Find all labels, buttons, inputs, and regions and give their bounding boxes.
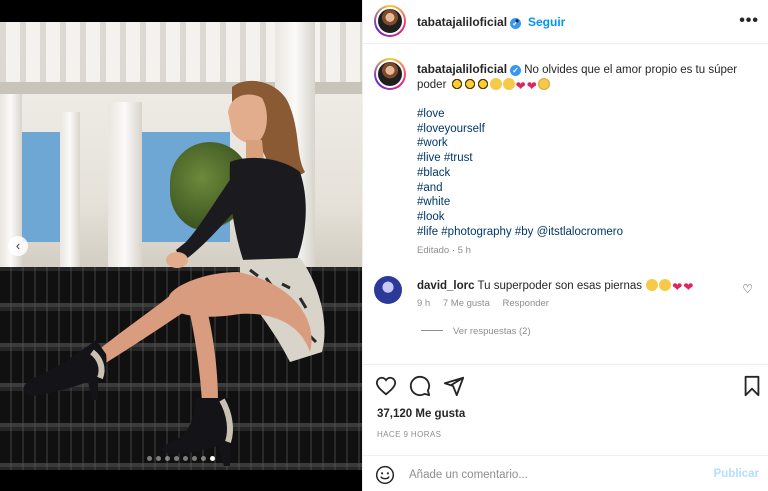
carousel-dot <box>156 456 161 461</box>
caption-emojis: ❤❤ <box>450 78 550 93</box>
bee-emoji-icon <box>476 78 489 90</box>
likes-count[interactable]: 37,120 Me gusta <box>377 408 465 420</box>
hashtag-link[interactable]: #life #photography #by <box>417 226 533 238</box>
heart-emoji-icon: ❤ <box>526 79 537 93</box>
replies-divider <box>421 330 443 331</box>
comment-input[interactable] <box>409 466 709 484</box>
caption-username-text[interactable]: tabatajaliloficial <box>417 62 507 76</box>
hashtag-link[interactable]: #and <box>417 181 747 196</box>
carousel-dot <box>192 456 197 461</box>
comment-body: david_lorc Tu superpoder son esas pierna… <box>417 279 727 294</box>
hashtag-link[interactable]: #love <box>417 107 747 122</box>
heart-emoji-icon: ❤ <box>683 280 694 294</box>
reply-button[interactable]: Responder <box>503 298 549 309</box>
post-panel: tabatajaliloficial ✓ • Seguir ••• tabataj… <box>362 0 768 491</box>
comment-text: Tu superpoder son esas piernas <box>477 280 643 292</box>
heart-eyes-emoji-icon <box>659 279 672 291</box>
hashtag-link[interactable]: #work <box>417 136 747 151</box>
heart-icon[interactable] <box>375 375 397 397</box>
header-separator: • <box>515 14 520 28</box>
hug-emoji-icon <box>489 78 502 90</box>
comment-meta: 9 h 7 Me gusta Responder <box>417 298 559 309</box>
view-replies-label[interactable]: Ver respuestas (2) <box>453 326 531 337</box>
hashtag-link[interactable]: #live #trust <box>417 151 747 166</box>
carousel-dot <box>183 456 188 461</box>
avatar[interactable] <box>374 58 406 90</box>
post-media: ‹ <box>0 0 362 491</box>
hashtag-line: #life #photography #by @itstlalocromero <box>417 225 747 240</box>
hug-emoji-icon <box>502 78 515 90</box>
caption-edited: Editado · 5 h <box>417 245 471 257</box>
comment-time: 9 h <box>417 298 431 309</box>
carousel-dot <box>201 456 206 461</box>
carousel-dot <box>174 456 179 461</box>
smile-emoji-icon <box>537 78 550 90</box>
comment-like-heart-icon[interactable]: ♡ <box>742 282 753 296</box>
comment-icon[interactable] <box>409 375 431 397</box>
hashtag-list: #love #loveyourself #work #live #trust #… <box>417 107 747 239</box>
post-modal: ‹ tabatajaliloficial ✓ • Seguir ••• tabat… <box>0 0 768 491</box>
comment-likes[interactable]: 7 Me gusta <box>443 298 490 309</box>
carousel-dot-active <box>210 456 215 461</box>
chevron-left-icon[interactable]: ‹ <box>8 236 28 256</box>
more-options-icon[interactable]: ••• <box>739 12 759 30</box>
share-icon[interactable] <box>443 375 465 397</box>
heart-emoji-icon: ❤ <box>515 79 526 93</box>
hashtag-link[interactable]: #look <box>417 210 747 225</box>
heart-eyes-emoji-icon <box>646 279 659 291</box>
avatar[interactable] <box>374 276 402 304</box>
mention-link[interactable]: @itstlalocromero <box>537 226 623 238</box>
hashtag-link[interactable]: #white <box>417 195 747 210</box>
post-photo <box>0 22 362 470</box>
carousel-dot <box>147 456 152 461</box>
hashtag-link[interactable]: #loveyourself <box>417 122 747 137</box>
verified-badge-icon: ✓ <box>510 65 522 76</box>
follow-button[interactable]: Seguir <box>528 15 565 29</box>
comment-username[interactable]: david_lorc <box>417 280 475 292</box>
publish-button[interactable]: Publicar <box>714 468 759 480</box>
action-bar <box>363 364 768 404</box>
comments-section: tabatajaliloficial ✓ No olvides que el am… <box>363 44 768 364</box>
heart-emoji-icon: ❤ <box>672 280 683 294</box>
add-comment-bar: Publicar <box>363 455 768 491</box>
caption-username[interactable]: tabatajaliloficial ✓ <box>417 62 522 76</box>
carousel-indicator <box>0 456 362 461</box>
post-timestamp: HACE 9 HORAS <box>377 430 442 439</box>
bee-emoji-icon <box>463 78 476 90</box>
post-header: tabatajaliloficial ✓ • Seguir ••• <box>363 0 768 44</box>
caption-body: tabatajaliloficial ✓ No olvides que el am… <box>417 62 747 258</box>
avatar[interactable] <box>374 5 406 37</box>
bookmark-icon[interactable] <box>741 375 763 397</box>
author-username-text[interactable]: tabatajaliloficial <box>417 15 507 29</box>
author-username[interactable]: tabatajaliloficial ✓ <box>417 15 522 29</box>
woman-figure <box>23 80 325 466</box>
hashtag-link[interactable]: #black <box>417 166 747 181</box>
carousel-dot <box>165 456 170 461</box>
emoji-icon[interactable] <box>375 465 395 485</box>
bee-emoji-icon <box>450 78 463 90</box>
view-replies-button[interactable]: Ver respuestas (2) <box>421 326 531 337</box>
